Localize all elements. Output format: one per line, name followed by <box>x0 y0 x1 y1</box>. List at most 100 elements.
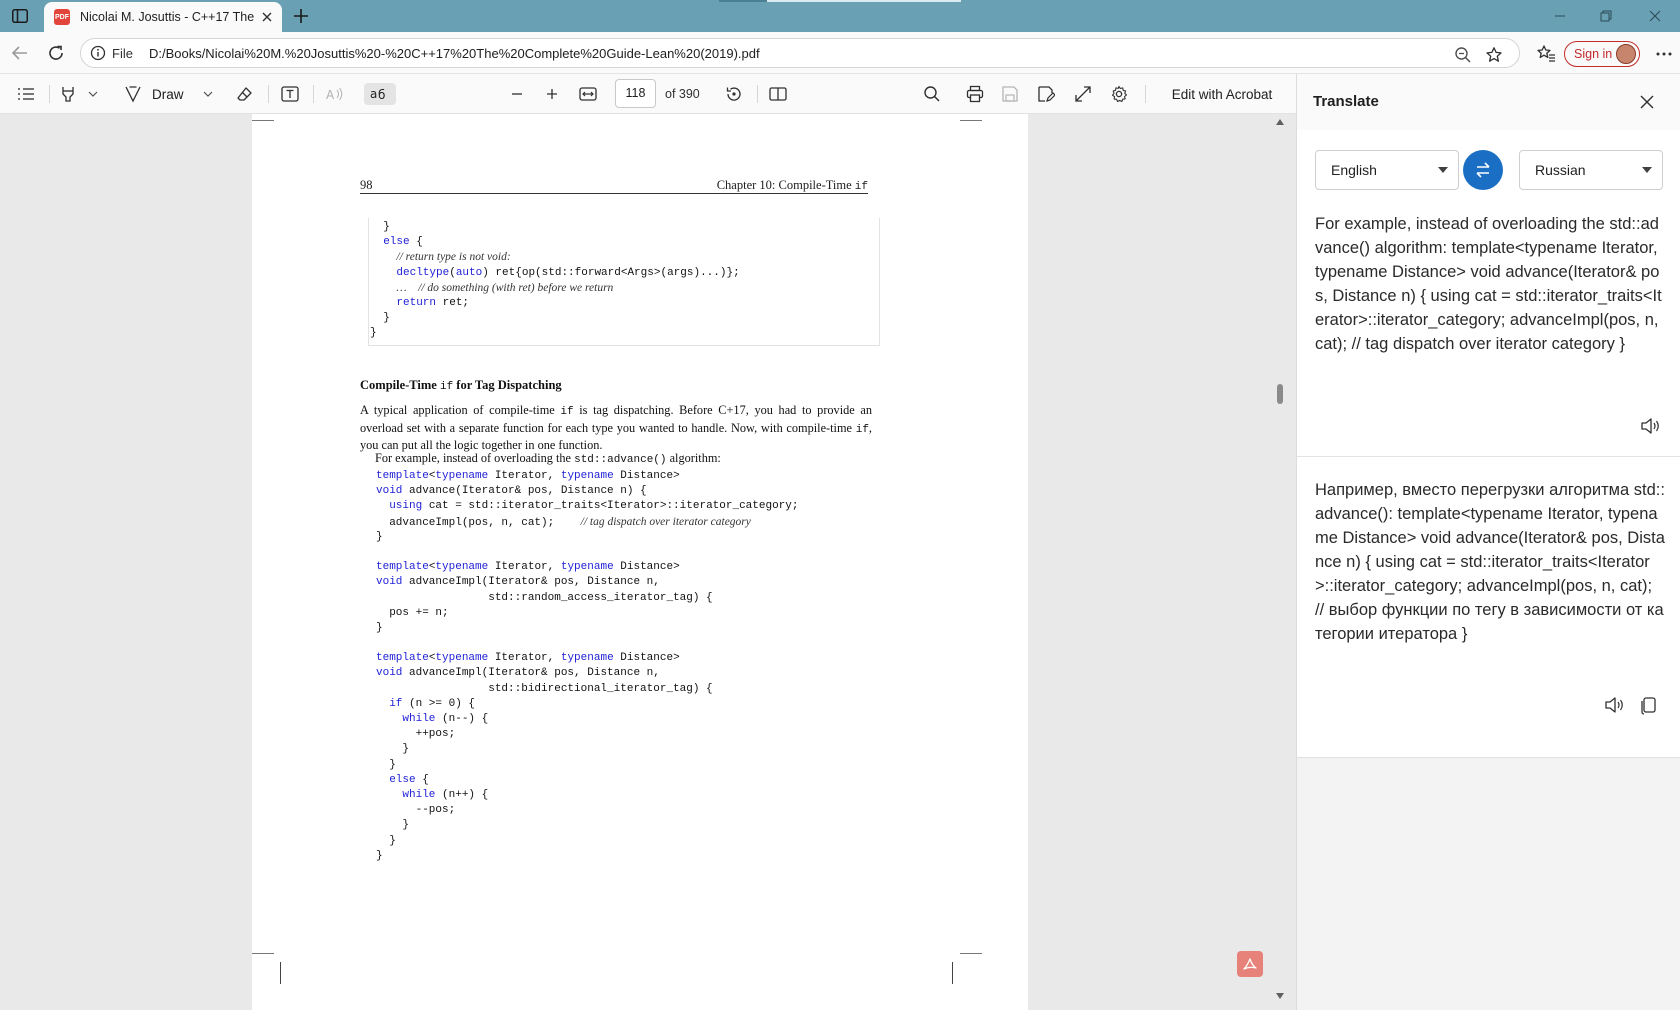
zoom-minus-icon[interactable] <box>505 83 529 105</box>
pdf-file-icon: PDF <box>54 9 70 25</box>
code-line: while (n++) { <box>402 788 489 801</box>
browser-tab[interactable]: PDF Nicolai M. Josuttis - C++17 The Comp… <box>44 2 282 32</box>
code-listing-main: template<typename Iterator, typename Dis… <box>376 469 798 864</box>
code-line: else { <box>389 773 429 786</box>
print-icon[interactable] <box>963 83 987 105</box>
source-language-value: English <box>1331 162 1377 178</box>
tab-bar: PDF Nicolai M. Josuttis - C++17 The Comp… <box>0 0 1680 32</box>
copy-icon[interactable] <box>1639 695 1659 715</box>
speaker-icon[interactable] <box>1603 695 1625 715</box>
pdf-toolbar: Draw A aб 118 of 390 Edit with Acrobat <box>0 74 1296 114</box>
site-info-icon[interactable] <box>90 45 106 61</box>
draw-dropdown-icon[interactable] <box>201 83 215 105</box>
translate-panel: Translate English Russian For example, i… <box>1296 74 1680 1010</box>
add-text-icon[interactable] <box>278 83 302 105</box>
translate-panel-title: Translate <box>1313 93 1379 110</box>
eraser-icon[interactable] <box>233 83 257 105</box>
sidebar-toggle-icon[interactable] <box>8 5 32 27</box>
save-icon[interactable] <box>998 83 1022 105</box>
code-line: … // do something (with ret) before we r… <box>396 281 614 294</box>
sign-in-button[interactable]: Sign in <box>1564 41 1640 67</box>
toolbar-divider <box>268 85 269 103</box>
code-line: std::bidirectional_iterator_tag) { <box>376 682 713 695</box>
more-options-icon[interactable] <box>1654 45 1674 63</box>
restore-icon[interactable] <box>1596 6 1616 26</box>
source-text[interactable]: For example, instead of overloading the … <box>1315 212 1665 356</box>
code-line: } <box>376 819 410 832</box>
translated-text[interactable]: Например, вместо перегрузки алгоритма st… <box>1315 478 1665 646</box>
favorites-icon[interactable] <box>1536 44 1556 64</box>
vertical-scrollbar[interactable] <box>1272 114 1288 1010</box>
fullscreen-icon[interactable] <box>1071 83 1095 105</box>
zoom-plus-icon[interactable] <box>540 83 564 105</box>
code-line: advanceImpl(pos, n, cat); // tag dispatc… <box>376 515 751 529</box>
address-input[interactable]: File D:/Books/Nicolai%20M.%20Josuttis%20… <box>80 38 1520 68</box>
translate-icon[interactable]: aб <box>364 83 396 105</box>
crop-mark <box>960 953 982 954</box>
minimize-icon[interactable] <box>1550 6 1570 26</box>
footer-mark <box>952 962 953 984</box>
read-aloud-icon[interactable]: A <box>323 83 347 105</box>
crop-mark <box>252 120 274 121</box>
scroll-up-icon[interactable] <box>1275 118 1285 128</box>
code-line: void advanceImpl(Iterator& pos, Distance… <box>376 576 660 589</box>
svg-text:б: б <box>378 88 385 102</box>
section-heading: Compile-Time if for Tag Dispatching <box>360 378 562 393</box>
translate-card: English Russian For example, instead of … <box>1297 130 1680 758</box>
contents-icon[interactable] <box>14 83 38 105</box>
code-line: using cat = std::iterator_traits<Iterato… <box>389 500 799 513</box>
window-close-icon[interactable] <box>1645 6 1665 26</box>
code-line: } <box>376 834 396 847</box>
body-paragraph: A typical application of compile-time if… <box>360 403 872 454</box>
swap-languages-button[interactable] <box>1463 150 1503 190</box>
close-panel-icon[interactable] <box>1637 92 1657 112</box>
source-language-select[interactable]: English <box>1315 150 1459 190</box>
speaker-icon[interactable] <box>1639 416 1661 436</box>
edit-with-acrobat-button[interactable]: Edit with Acrobat <box>1160 83 1284 105</box>
code-line: template<typename Iterator, typename Dis… <box>376 652 680 665</box>
back-icon[interactable] <box>10 43 30 63</box>
tab-title: Nicolai M. Josuttis - C++17 The Complete… <box>80 10 256 24</box>
target-language-select[interactable]: Russian <box>1519 150 1663 190</box>
fit-width-icon[interactable] <box>576 83 600 105</box>
zoom-out-icon[interactable] <box>1454 46 1472 64</box>
highlight-dropdown-icon[interactable] <box>86 83 100 105</box>
toolbar-divider <box>313 85 314 103</box>
scrollbar-thumb[interactable] <box>1277 384 1283 404</box>
tab-strip-accent <box>719 0 767 2</box>
svg-text:A: A <box>326 88 335 102</box>
scroll-down-icon[interactable] <box>1275 992 1285 1002</box>
search-icon[interactable] <box>920 83 944 105</box>
highlight-icon[interactable] <box>56 83 80 105</box>
toolbar-divider <box>1145 85 1146 103</box>
swap-arrows-icon <box>1476 162 1490 178</box>
chapter-title-text: Chapter 10: Compile-Time <box>716 178 855 192</box>
rotate-icon[interactable] <box>722 83 746 105</box>
page-view-icon[interactable] <box>766 83 790 105</box>
page-running-header: 98 Chapter 10: Compile-Time if <box>360 178 868 194</box>
url-text[interactable]: D:/Books/Nicolai%20M.%20Josuttis%20-%20C… <box>149 46 760 61</box>
refresh-icon[interactable] <box>46 43 66 63</box>
acrobat-icon[interactable] <box>1237 951 1263 977</box>
code-line: if (n >= 0) { <box>389 697 476 710</box>
favorite-star-icon[interactable] <box>1485 46 1503 64</box>
document-viewport: 98 Chapter 10: Compile-Time if } else { … <box>0 114 1296 1010</box>
para-mono: if <box>560 406 574 418</box>
draw-button[interactable]: Draw <box>124 83 194 105</box>
settings-gear-icon[interactable] <box>1107 83 1131 105</box>
intro-text: For example, instead of overloading the <box>375 451 575 465</box>
section-heading-mono: if <box>439 381 454 393</box>
code-line: pos += n; <box>376 606 449 619</box>
code-line: template<typename Iterator, typename Dis… <box>376 561 680 574</box>
sign-in-label: Sign in <box>1574 47 1613 61</box>
para-mono: if <box>855 423 869 436</box>
page-number-input[interactable]: 118 <box>615 79 656 108</box>
code-line: } <box>376 621 383 634</box>
tab-close-icon[interactable] <box>260 10 274 24</box>
code-line: template<typename Iterator, typename Dis… <box>376 470 680 482</box>
new-tab-icon[interactable] <box>291 6 311 26</box>
chevron-down-icon <box>1642 167 1652 173</box>
code-line: } <box>376 758 396 771</box>
save-as-icon[interactable] <box>1034 83 1058 105</box>
